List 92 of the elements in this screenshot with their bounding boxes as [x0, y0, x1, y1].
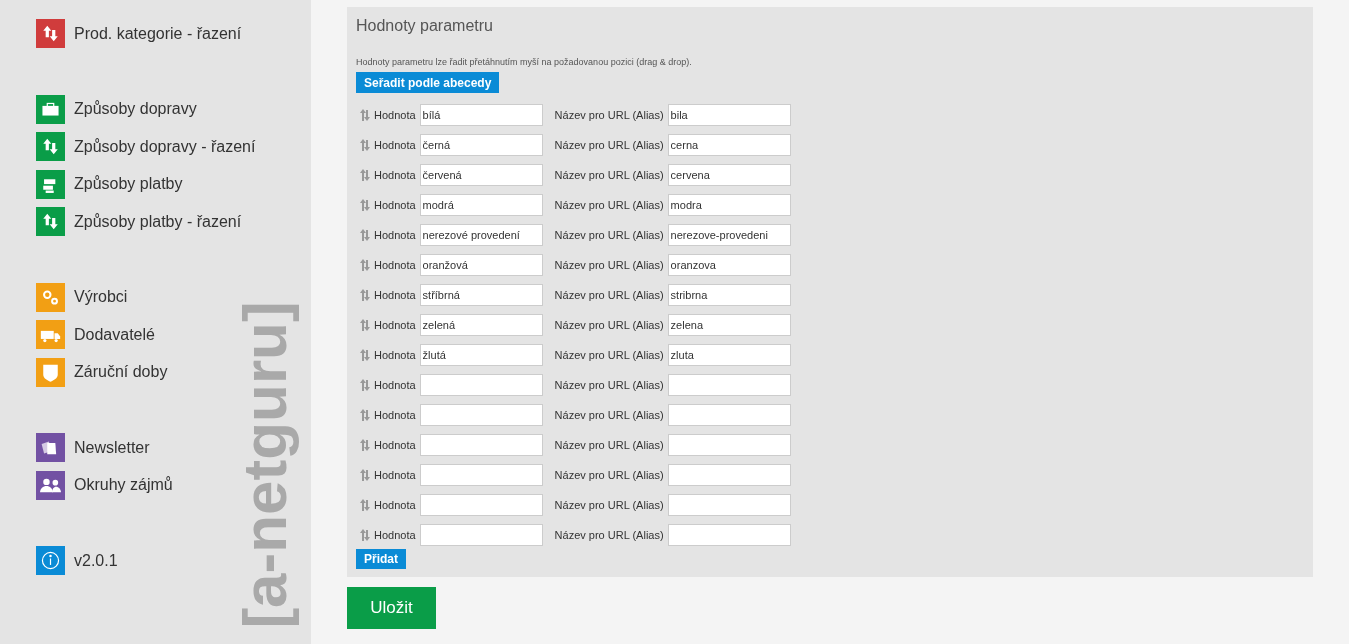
alias-field[interactable]: [667, 404, 791, 426]
save-button[interactable]: Uložit: [347, 587, 436, 629]
drag-handle-icon[interactable]: [360, 319, 370, 331]
alias-field[interactable]: [667, 434, 791, 456]
drag-handle-icon[interactable]: [360, 379, 370, 391]
alias-field[interactable]: [667, 374, 791, 396]
value-label: Hodnota: [374, 137, 416, 153]
value-field[interactable]: [419, 524, 543, 546]
drag-handle-icon[interactable]: [360, 289, 370, 301]
value-field[interactable]: [419, 404, 543, 426]
value-label: Hodnota: [374, 107, 416, 123]
sidebar-item[interactable]: Dodavatelé: [36, 320, 155, 350]
alias-label: Název pro URL (Alias): [554, 437, 664, 453]
drag-handle-icon[interactable]: [360, 199, 370, 211]
sidebar-item[interactable]: Okruhy zájmů: [36, 470, 173, 500]
alias-field[interactable]: nerezove-provedeni: [667, 224, 791, 246]
alias-label: Název pro URL (Alias): [554, 467, 664, 483]
sidebar-item[interactable]: Newsletter: [36, 433, 150, 463]
alias-label: Název pro URL (Alias): [554, 407, 664, 423]
sidebar-item[interactable]: Výrobci: [36, 282, 128, 312]
drag-handle-icon[interactable]: [360, 469, 370, 481]
sidebar-item[interactable]: Záruční doby: [36, 357, 168, 387]
alias-field[interactable]: [667, 494, 791, 516]
value-label: Hodnota: [374, 347, 416, 363]
alias-label: Název pro URL (Alias): [554, 497, 664, 513]
alias-field[interactable]: modra: [667, 194, 791, 216]
sidebar-item[interactable]: Způsoby platby - řazení: [36, 207, 242, 237]
drag-handle-icon[interactable]: [360, 409, 370, 421]
value-label: Hodnota: [374, 287, 416, 303]
alias-field[interactable]: cerna: [667, 134, 791, 156]
drag-handle-icon[interactable]: [360, 259, 370, 271]
drag-handle-icon[interactable]: [360, 529, 370, 541]
alias-label: Název pro URL (Alias): [554, 137, 664, 153]
alias-field[interactable]: zelena: [667, 314, 791, 336]
value-field[interactable]: [419, 494, 543, 516]
value-label: Hodnota: [374, 407, 416, 423]
sidebar-item[interactable]: Způsoby dopravy - řazení: [36, 132, 256, 162]
value-field[interactable]: zelená: [419, 314, 543, 336]
logo: [a-netguru]: [229, 300, 300, 630]
alias-field[interactable]: cervena: [667, 164, 791, 186]
alias-field[interactable]: [667, 464, 791, 486]
sidebar-item[interactable]: Způsoby dopravy: [36, 94, 197, 124]
alias-label: Název pro URL (Alias): [554, 527, 664, 543]
sidebar-item[interactable]: Způsoby platby: [36, 169, 183, 199]
value-field[interactable]: žlutá: [419, 344, 543, 366]
value-label: Hodnota: [374, 317, 416, 333]
value-label: Hodnota: [374, 527, 416, 543]
value-field[interactable]: nerezové provedení: [419, 224, 543, 246]
value-label: Hodnota: [374, 167, 416, 183]
alias-label: Název pro URL (Alias): [554, 257, 664, 273]
value-field[interactable]: stříbrná: [419, 284, 543, 306]
alias-field[interactable]: bila: [667, 104, 791, 126]
drag-handle-icon[interactable]: [360, 229, 370, 241]
value-label: Hodnota: [374, 377, 416, 393]
alias-field[interactable]: [667, 524, 791, 546]
panel-title: Hodnoty parametru: [356, 16, 494, 36]
sidebar-item[interactable]: Prod. kategorie - řazení: [36, 19, 242, 49]
drag-handle-icon[interactable]: [360, 139, 370, 151]
drag-handle-icon[interactable]: [360, 349, 370, 361]
sidebar-item[interactable]: v2.0.1: [36, 546, 118, 576]
value-field[interactable]: [419, 464, 543, 486]
alias-field[interactable]: stribrna: [667, 284, 791, 306]
value-field[interactable]: červená: [419, 164, 543, 186]
value-field[interactable]: bílá: [419, 104, 543, 126]
value-label: Hodnota: [374, 227, 416, 243]
value-label: Hodnota: [374, 497, 416, 513]
alias-field[interactable]: oranzova: [667, 254, 791, 276]
alias-field[interactable]: zluta: [667, 344, 791, 366]
drag-handle-icon[interactable]: [360, 109, 370, 121]
alias-label: Název pro URL (Alias): [554, 317, 664, 333]
drag-handle-icon[interactable]: [360, 169, 370, 181]
value-label: Hodnota: [374, 437, 416, 453]
drag-handle-icon[interactable]: [360, 439, 370, 451]
add-button[interactable]: Přidat: [356, 549, 406, 569]
alias-label: Název pro URL (Alias): [554, 197, 664, 213]
value-field[interactable]: [419, 434, 543, 456]
value-label: Hodnota: [374, 467, 416, 483]
value-field[interactable]: [419, 374, 543, 396]
alias-label: Název pro URL (Alias): [554, 287, 664, 303]
value-label: Hodnota: [374, 197, 416, 213]
value-field[interactable]: modrá: [419, 194, 543, 216]
value-field[interactable]: oranžová: [419, 254, 543, 276]
value-label: Hodnota: [374, 257, 416, 273]
alias-label: Název pro URL (Alias): [554, 167, 664, 183]
hint-text: Hodnoty parametru lze řadit přetáhnutím myší na požadovanou pozici (drag & drop).: [356, 56, 693, 68]
alias-label: Název pro URL (Alias): [554, 377, 664, 393]
drag-handle-icon[interactable]: [360, 499, 370, 511]
sort-button[interactable]: Seřadit podle abecedy: [356, 72, 500, 93]
value-field[interactable]: černá: [419, 134, 543, 156]
alias-label: Název pro URL (Alias): [554, 107, 664, 123]
alias-label: Název pro URL (Alias): [554, 227, 664, 243]
alias-label: Název pro URL (Alias): [554, 347, 664, 363]
